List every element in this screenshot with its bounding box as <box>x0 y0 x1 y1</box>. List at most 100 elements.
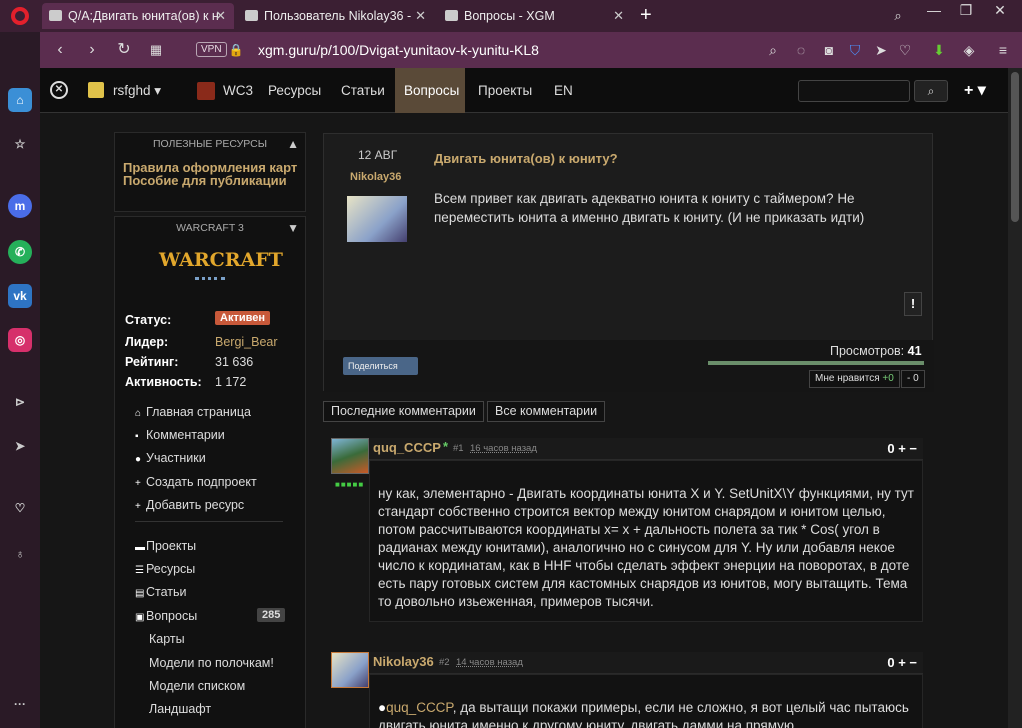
menu-questions[interactable]: ▣ Вопросы <box>135 609 197 623</box>
plus-icon: + <box>135 501 141 512</box>
nav-questions[interactable]: Вопросы <box>395 68 465 113</box>
vk-icon[interactable]: vk <box>8 284 32 308</box>
search-button[interactable]: ⌕ <box>914 80 948 102</box>
send-icon[interactable]: ➤ <box>872 41 890 59</box>
xgm-tab-icon <box>49 10 62 21</box>
report-button[interactable]: ! <box>904 292 922 316</box>
dislike-button[interactable]: - 0 <box>901 370 925 388</box>
comment-icon: ▪ <box>135 431 139 442</box>
speed-dial-icon[interactable]: ▦ <box>146 40 166 60</box>
comment-number[interactable]: #1 <box>453 443 464 454</box>
lightbulb-icon[interactable]: ♁ <box>8 542 32 566</box>
extensions-icon[interactable]: ◈ <box>960 41 978 59</box>
more-icon[interactable]: ··· <box>8 692 32 716</box>
commenter-avatar[interactable] <box>331 652 369 688</box>
downvote-icon[interactable]: − <box>909 655 917 670</box>
comment-author[interactable]: quq_CCCP <box>373 440 441 455</box>
messenger-icon[interactable]: m <box>8 194 32 218</box>
close-tab-icon[interactable]: ✕ <box>613 3 624 29</box>
chevron-up-icon[interactable]: ▲ <box>287 133 299 155</box>
home-icon[interactable]: ⌂ <box>8 88 32 112</box>
site-search-input[interactable] <box>798 80 910 102</box>
all-comments-button[interactable]: Все комментарии <box>487 401 606 422</box>
send-sidebar-icon[interactable]: ➤ <box>8 434 32 458</box>
views-bar <box>708 361 924 365</box>
snapshot-icon[interactable]: ◙ <box>820 41 838 59</box>
menu-models-list[interactable]: Модели списком <box>149 679 245 693</box>
search-tabs-icon[interactable]: ⌕ <box>882 6 914 28</box>
question-author[interactable]: Nikolay36 <box>350 171 401 183</box>
rating-label: Рейтинг: <box>125 355 179 369</box>
user-menu[interactable]: rsfghd ▾ <box>104 68 170 113</box>
opera-logo-icon[interactable] <box>0 0 40 32</box>
comment-author[interactable]: Nikolay36 <box>373 654 434 669</box>
menu-models-shelves[interactable]: Модели по полочкам! <box>149 656 274 670</box>
comment-time[interactable]: 16 часов назад <box>470 443 537 454</box>
player-icon[interactable]: ⊳ <box>8 390 32 414</box>
leader-link[interactable]: Bergi_Bear <box>215 335 278 349</box>
latest-comments-button[interactable]: Последние комментарии <box>323 401 484 422</box>
nav-articles[interactable]: Статьи <box>332 68 394 113</box>
nav-resources[interactable]: Ресурсы <box>259 68 330 113</box>
upvote-icon[interactable]: + <box>898 655 906 670</box>
close-window-button[interactable]: ✕ <box>984 0 1016 22</box>
mention-link[interactable]: quq_CCCP <box>386 700 453 715</box>
menu-maps[interactable]: Карты <box>149 632 185 646</box>
menu-create-subproject[interactable]: + Создать подпроект <box>135 475 257 489</box>
adblock-shield-icon[interactable]: ⛉ <box>846 41 864 59</box>
tab-questions[interactable]: Вопросы - XGM ✕ <box>438 3 632 29</box>
menu-articles[interactable]: ▤ Статьи <box>135 585 187 599</box>
close-tab-icon[interactable]: ✕ <box>415 3 426 29</box>
user-avatar[interactable] <box>88 82 104 98</box>
back-button[interactable]: ‹ <box>50 40 70 60</box>
scrollbar[interactable] <box>1008 68 1022 728</box>
download-icon[interactable]: ⬇ <box>930 41 948 59</box>
nav-projects[interactable]: Проекты <box>469 68 541 113</box>
guide-link[interactable]: Пособие для публикации <box>115 174 305 187</box>
upvote-icon[interactable]: + <box>898 441 906 456</box>
question-title[interactable]: Двигать юнита(ов) к юниту? <box>434 151 618 166</box>
instagram-icon[interactable]: ◎ <box>8 328 32 352</box>
close-icon[interactable]: ✕ <box>50 81 68 99</box>
heart-icon[interactable]: ♡ <box>896 41 914 59</box>
tab-question[interactable]: Q/A:Двигать юнита(ов) к н ✕ <box>42 3 234 29</box>
zoom-icon[interactable]: ⌕ <box>764 41 782 59</box>
tab-user[interactable]: Пользователь Nikolay36 - ✕ <box>238 3 434 29</box>
menu-resources[interactable]: ☰ Ресурсы <box>135 562 195 576</box>
menu-add-resource[interactable]: + Добавить ресурс <box>135 498 244 512</box>
downvote-icon[interactable]: − <box>909 441 917 456</box>
url-field[interactable]: xgm.guru/p/100/Dvigat-yunitaov-k-yunitu-… <box>258 42 539 58</box>
add-menu-icon[interactable]: + ▾ <box>964 80 986 100</box>
maximize-button[interactable]: ❐ <box>950 0 982 22</box>
minimize-button[interactable]: — <box>918 0 950 22</box>
close-tab-icon[interactable]: ✕ <box>215 3 226 29</box>
share-button[interactable]: Поделиться <box>343 357 418 375</box>
star-icon[interactable]: ☆ <box>8 132 32 156</box>
menu-icon[interactable]: ≡ <box>994 41 1012 59</box>
menu-members[interactable]: ● Участники <box>135 451 206 465</box>
new-tab-button[interactable]: + <box>640 3 652 27</box>
vpn-badge[interactable]: VPN <box>196 42 227 57</box>
whatsapp-icon[interactable]: ✆ <box>8 240 32 264</box>
author-avatar[interactable] <box>347 196 407 242</box>
comment-2: Nikolay36 #2 14 часов назад 0 + − ●quq_C… <box>331 652 923 728</box>
nav-en[interactable]: EN <box>545 68 582 113</box>
commenter-avatar[interactable] <box>331 438 369 474</box>
menu-home[interactable]: ⌂ Главная страница <box>135 405 251 419</box>
like-button[interactable]: Мне нравится +0 <box>809 370 900 388</box>
forward-button[interactable]: › <box>82 40 102 60</box>
chevron-down-icon[interactable]: ▼ <box>287 217 299 239</box>
comment-1: ■■■■■ quq_CCCP * #1 16 часов назад 0 + −… <box>331 438 923 622</box>
translate-icon[interactable]: ◌ <box>792 41 810 59</box>
comment-number[interactable]: #2 <box>439 657 450 668</box>
nav-wc3[interactable]: WC3 <box>214 68 262 113</box>
heart-sidebar-icon[interactable]: ♡ <box>8 496 32 520</box>
menu-projects[interactable]: ▬Проекты <box>135 539 196 553</box>
status-badge: Активен <box>215 311 270 325</box>
menu-comments[interactable]: ▪ Комментарии <box>135 428 225 442</box>
scrollbar-thumb[interactable] <box>1011 72 1019 222</box>
comment-time[interactable]: 14 часов назад <box>456 657 523 668</box>
reload-icon[interactable]: ↻ <box>114 40 134 60</box>
menu-terrain[interactable]: Ландшафт <box>149 702 211 716</box>
warcraft-logo: WARCRAFT <box>159 249 283 271</box>
